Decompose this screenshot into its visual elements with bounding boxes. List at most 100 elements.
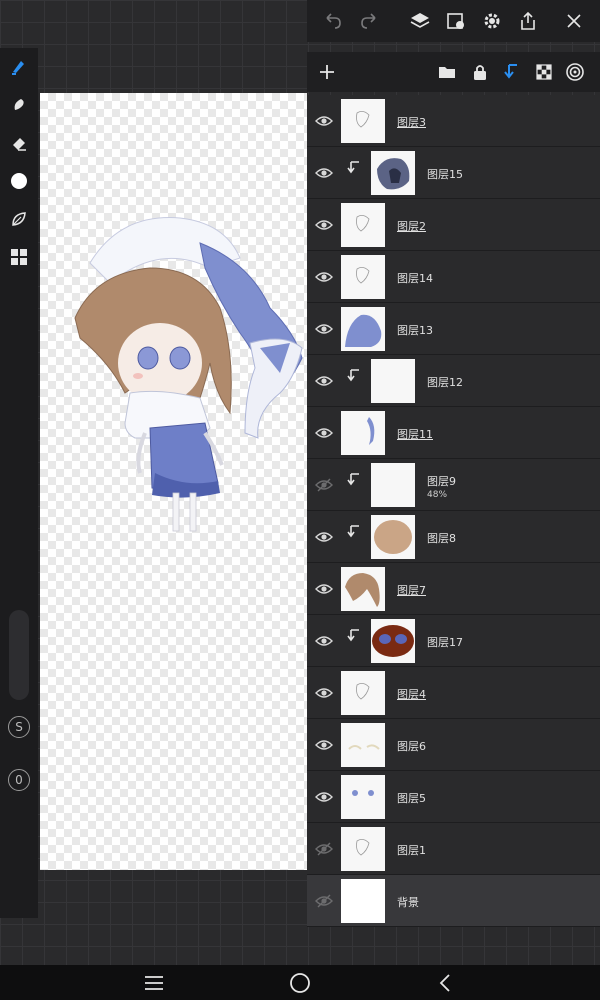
- eye-icon[interactable]: [315, 528, 333, 546]
- layer-thumbnail: [371, 359, 415, 403]
- eye-icon[interactable]: [315, 580, 333, 598]
- layer-row[interactable]: 图层11: [307, 407, 600, 459]
- eye-icon[interactable]: [315, 424, 333, 442]
- s-button-label: S: [15, 720, 23, 734]
- eye-icon[interactable]: [315, 164, 333, 182]
- character-artwork: [74, 217, 303, 532]
- gear-icon: [484, 13, 500, 29]
- layer-thumbnail: [341, 411, 385, 455]
- undo-icon: [326, 13, 341, 29]
- lock-button[interactable]: [470, 62, 490, 82]
- layer-row[interactable]: 图层9 48%: [307, 459, 600, 511]
- o-button-label: 0: [15, 773, 23, 787]
- home-button[interactable]: [288, 971, 312, 995]
- eye-icon[interactable]: [315, 112, 333, 130]
- layers-button[interactable]: [409, 10, 431, 32]
- layer-row[interactable]: 图层12: [307, 355, 600, 407]
- eye-icon[interactable]: [315, 788, 333, 806]
- top-bar: [307, 0, 600, 42]
- clipping-arrow-icon: [347, 471, 361, 486]
- eye-icon[interactable]: [315, 632, 333, 650]
- color-icon: [11, 173, 27, 189]
- close-button[interactable]: [563, 10, 585, 32]
- redo-button[interactable]: [359, 10, 381, 32]
- clipping-arrow-icon: [347, 627, 361, 642]
- checkerboard-icon: [536, 64, 552, 80]
- layer-row[interactable]: 图层8: [307, 511, 600, 563]
- share-button[interactable]: [517, 10, 539, 32]
- layer-row[interactable]: 图层5: [307, 771, 600, 823]
- clip-arrow-icon: [504, 64, 517, 79]
- back-arrow-icon: [439, 974, 450, 992]
- layer-name: 图层5: [397, 792, 426, 805]
- eye-hidden-icon[interactable]: [315, 476, 333, 494]
- eye-hidden-icon[interactable]: [315, 892, 333, 910]
- share-icon: [521, 11, 535, 30]
- eye-hidden-icon[interactable]: [315, 840, 333, 858]
- eye-icon[interactable]: [315, 684, 333, 702]
- layer-thumbnail: [371, 463, 415, 507]
- eye-icon[interactable]: [315, 320, 333, 338]
- undo-button[interactable]: [321, 10, 343, 32]
- drawing-canvas[interactable]: [40, 93, 307, 870]
- layer-row[interactable]: 图层3: [307, 95, 600, 147]
- settings-button[interactable]: [481, 10, 503, 32]
- clipping-arrow-icon: [347, 367, 361, 382]
- s-button[interactable]: S: [8, 716, 30, 738]
- layer-row[interactable]: 图层4: [307, 667, 600, 719]
- layer-thumbnail: [341, 567, 385, 611]
- folder-icon: [439, 67, 455, 78]
- spiral-button[interactable]: [565, 62, 585, 82]
- layer-thumbnail: [341, 671, 385, 715]
- layer-name: 图层17: [427, 636, 463, 649]
- layer-thumbnail: [341, 827, 385, 871]
- layer-row[interactable]: 图层2: [307, 199, 600, 251]
- eye-icon[interactable]: [315, 216, 333, 234]
- layer-name: 图层8: [427, 532, 456, 545]
- layer-name: 图层9: [427, 475, 456, 488]
- add-layer-button[interactable]: [317, 62, 337, 82]
- folder-button[interactable]: [437, 62, 457, 82]
- layer-name: 图层11: [397, 428, 433, 441]
- lock-icon: [474, 65, 486, 80]
- gallery-button[interactable]: [445, 10, 467, 32]
- layer-name: 背景: [397, 896, 419, 909]
- brush-size-slider[interactable]: [9, 610, 29, 700]
- spiral-icon: [566, 63, 584, 81]
- layer-thumbnail: [341, 255, 385, 299]
- layer-row[interactable]: 图层7: [307, 563, 600, 615]
- layer-row[interactable]: 图层13: [307, 303, 600, 355]
- menu-icon: [145, 976, 163, 990]
- menu-button[interactable]: [142, 971, 166, 995]
- o-button[interactable]: 0: [8, 769, 30, 791]
- leaf-tool[interactable]: [0, 200, 38, 238]
- eye-icon[interactable]: [315, 736, 333, 754]
- color-tool[interactable]: [0, 162, 38, 200]
- smudge-icon: [14, 99, 24, 110]
- smudge-tool[interactable]: [0, 86, 38, 124]
- eraser-tool[interactable]: [0, 124, 38, 162]
- layer-row[interactable]: 图层6: [307, 719, 600, 771]
- layer-opacity: 48%: [427, 490, 448, 500]
- clipping-mask-button[interactable]: [502, 62, 522, 82]
- layer-thumbnail: [341, 203, 385, 247]
- transparency-button[interactable]: [534, 62, 554, 82]
- brush-tool[interactable]: [0, 48, 38, 86]
- leaf-icon: [12, 212, 26, 226]
- layer-name: 图层13: [397, 324, 433, 337]
- grid-tool[interactable]: [0, 238, 38, 276]
- clipping-arrow-icon: [347, 159, 361, 174]
- layer-row[interactable]: 背景: [307, 875, 600, 927]
- eye-icon[interactable]: [315, 268, 333, 286]
- grid-icon: [11, 249, 27, 265]
- layer-row[interactable]: 图层17: [307, 615, 600, 667]
- layer-row[interactable]: 图层1: [307, 823, 600, 875]
- close-icon: [567, 14, 581, 28]
- layer-row[interactable]: 图层14: [307, 251, 600, 303]
- brush-icon: [12, 61, 24, 75]
- layer-thumbnail: [341, 307, 385, 351]
- layer-row[interactable]: 图层15: [307, 147, 600, 199]
- layer-thumbnail: [341, 775, 385, 819]
- back-button[interactable]: [434, 971, 458, 995]
- eye-icon[interactable]: [315, 372, 333, 390]
